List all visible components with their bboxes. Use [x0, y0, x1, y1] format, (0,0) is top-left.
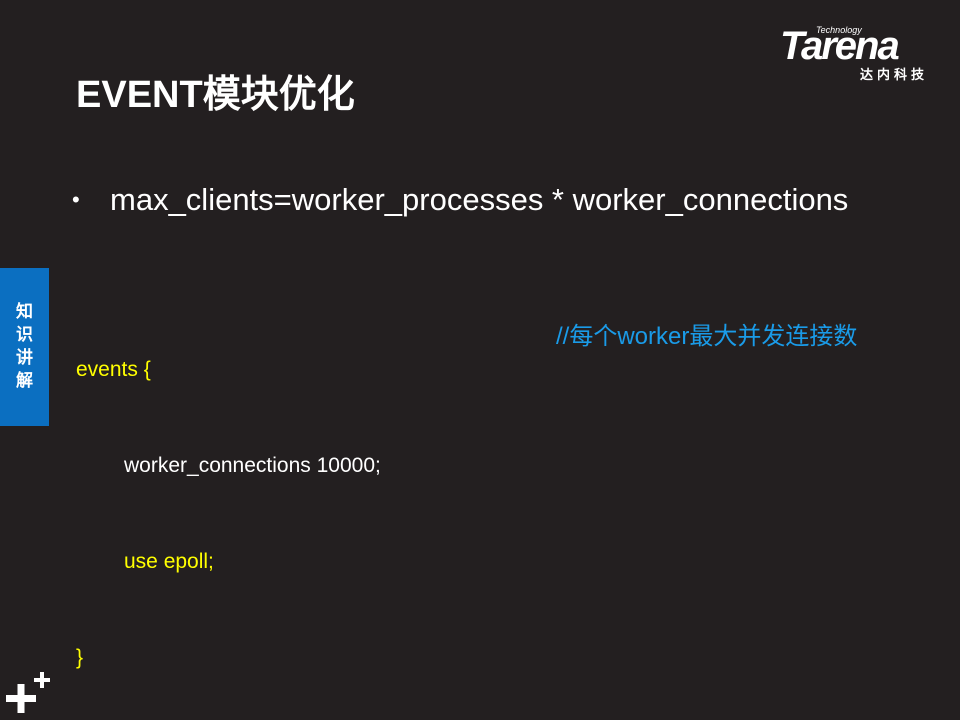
bullet-item: • max_clients=worker_processes * worker_c…	[72, 180, 848, 220]
code-line-worker-connections: worker_connections 10000;	[124, 454, 381, 477]
side-tab-char: 讲	[16, 348, 33, 368]
logo-chinese-name: 达内科技	[860, 67, 929, 82]
code-line-close-brace: }	[76, 646, 84, 669]
logo-tagline: Technology	[816, 25, 862, 35]
knowledge-tab: 知 识 讲 解	[0, 268, 49, 426]
side-tab-char: 知	[16, 302, 33, 322]
bullet-dot-icon: •	[72, 187, 80, 212]
side-tab-char: 解	[16, 371, 33, 391]
code-comment: //每个worker最大并发连接数	[556, 323, 858, 350]
code-block: events { worker_connections 10000; use e…	[76, 290, 381, 706]
plus-icon	[6, 672, 50, 713]
code-line-events: events {	[76, 358, 151, 381]
side-tab-char: 识	[16, 325, 33, 345]
tarena-logo: Tarena Technology 达内科技	[780, 22, 948, 82]
code-line-use-epoll: use epoll;	[124, 550, 214, 573]
slide-title: EVENT模块优化	[76, 74, 355, 116]
bullet-text: max_clients=worker_processes * worker_co…	[110, 182, 849, 217]
